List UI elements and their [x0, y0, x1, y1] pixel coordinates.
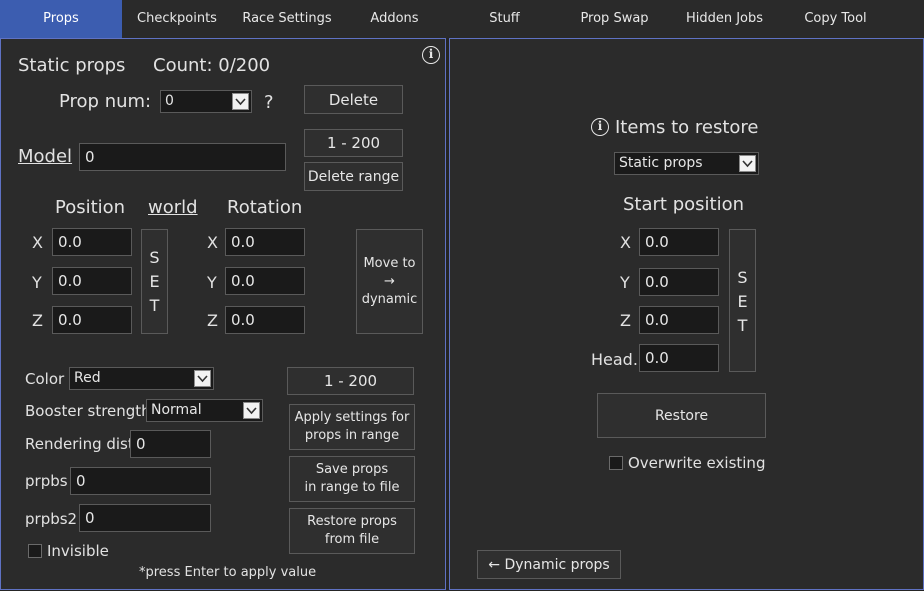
restore-line-1: Restore props: [307, 514, 397, 529]
set-letter-t: T: [149, 296, 160, 315]
color-select[interactable]: Red: [69, 367, 214, 390]
prpbs-input[interactable]: 0: [70, 467, 211, 495]
model-input[interactable]: 0: [79, 143, 286, 171]
set-letter-e: E: [737, 292, 748, 311]
rot-y-input[interactable]: 0.0: [225, 267, 305, 295]
start-x-input[interactable]: 0.0: [639, 228, 719, 256]
arrow-right-icon: →: [384, 273, 395, 289]
start-position-label: Start position: [623, 194, 744, 215]
set-letter-e: E: [149, 272, 160, 291]
apply-line-2: props in range: [304, 428, 400, 443]
chevron-down-icon: [194, 370, 211, 387]
restore-title: Items to restore: [615, 117, 759, 138]
model-label[interactable]: Model: [18, 146, 72, 167]
booster-select[interactable]: Normal: [146, 399, 263, 422]
color-label: Color: [25, 370, 65, 388]
heading-label: Head.: [591, 350, 638, 369]
tab-copy-tool[interactable]: Copy Tool: [782, 0, 889, 38]
position-label: Position: [55, 197, 126, 218]
pos-x-input[interactable]: 0.0: [52, 228, 132, 256]
restore-line-2: from file: [324, 532, 380, 547]
overwrite-checkbox[interactable]: [609, 456, 623, 470]
rot-y-label: Y: [207, 273, 217, 292]
move-label-2: dynamic: [361, 291, 418, 307]
chevron-down-icon: [232, 93, 249, 110]
prop-count: Count: 0/200: [153, 55, 271, 76]
delete-button[interactable]: Delete: [304, 85, 403, 114]
booster-value: Normal: [151, 402, 202, 418]
enter-hint: *press Enter to apply value: [139, 565, 317, 580]
range-input-bottom[interactable]: 1 - 200: [287, 367, 414, 395]
start-y-input[interactable]: 0.0: [639, 268, 719, 296]
set-letter-s: S: [149, 248, 160, 267]
rot-z-label: Z: [207, 311, 218, 330]
pos-z-label: Z: [32, 311, 43, 330]
restore-props-button[interactable]: Restore props from file: [289, 508, 415, 554]
rotation-label: Rotation: [227, 197, 303, 218]
tab-stuff[interactable]: Stuff: [447, 0, 562, 38]
render-dist-input[interactable]: 0: [130, 430, 211, 458]
rot-z-input[interactable]: 0.0: [225, 306, 305, 334]
prpbs2-label: prpbs2: [25, 510, 78, 528]
rot-x-input[interactable]: 0.0: [225, 228, 305, 256]
move-label-1: Move to: [363, 255, 416, 271]
chevron-down-icon: [243, 402, 260, 419]
booster-label: Booster strength: [25, 402, 151, 420]
render-dist-label: Rendering dist: [25, 435, 134, 453]
start-x-label: X: [620, 233, 631, 252]
pos-y-input[interactable]: 0.0: [52, 267, 132, 295]
tab-race-settings[interactable]: Race Settings: [232, 0, 342, 38]
tab-hidden-jobs[interactable]: Hidden Jobs: [667, 0, 782, 38]
prpbs2-input[interactable]: 0: [79, 504, 211, 532]
restore-panel: i Items to restore Static props Start po…: [449, 38, 924, 590]
restore-button[interactable]: Restore: [597, 393, 766, 438]
items-select-value: Static props: [619, 155, 703, 171]
color-value: Red: [74, 370, 101, 386]
apply-line-1: Apply settings for: [294, 410, 410, 425]
world-toggle[interactable]: world: [148, 197, 198, 218]
start-y-label: Y: [620, 273, 630, 292]
tab-addons[interactable]: Addons: [342, 0, 447, 38]
help-mark[interactable]: ?: [264, 92, 274, 113]
save-line-2: in range to file: [304, 480, 400, 495]
tab-props[interactable]: Props: [0, 0, 122, 38]
heading-input[interactable]: 0.0: [639, 344, 719, 372]
apply-settings-button[interactable]: Apply settings for props in range: [289, 404, 415, 450]
prop-num-value: 0: [165, 93, 174, 109]
prop-num-label: Prop num:: [59, 91, 152, 112]
info-icon[interactable]: i: [422, 46, 440, 64]
save-line-1: Save props: [315, 462, 389, 477]
pos-x-label: X: [32, 233, 43, 252]
set-letter-t: T: [737, 316, 748, 335]
pos-z-input[interactable]: 0.0: [52, 306, 132, 334]
static-props-panel: i Static props Count: 0/200 Prop num: 0 …: [0, 38, 446, 590]
set-letter-s: S: [737, 268, 748, 287]
prop-num-select[interactable]: 0: [160, 90, 252, 113]
tab-prop-swap[interactable]: Prop Swap: [562, 0, 667, 38]
set-position-button[interactable]: S E T: [141, 229, 168, 334]
save-props-button[interactable]: Save props in range to file: [289, 456, 415, 502]
prpbs-label: prpbs: [25, 472, 68, 490]
rot-x-label: X: [207, 233, 218, 252]
invisible-checkbox[interactable]: [28, 544, 42, 558]
pos-y-label: Y: [32, 273, 42, 292]
start-z-label: Z: [620, 311, 631, 330]
set-start-position-button[interactable]: S E T: [729, 229, 756, 372]
start-z-input[interactable]: 0.0: [639, 306, 719, 334]
model-link[interactable]: Model: [18, 146, 72, 167]
range-input-top[interactable]: 1 - 200: [304, 129, 403, 157]
items-select[interactable]: Static props: [614, 152, 759, 175]
panel-title: Static props: [18, 55, 126, 76]
info-icon[interactable]: i: [591, 118, 609, 136]
world-link[interactable]: world: [148, 197, 198, 218]
overwrite-label: Overwrite existing: [628, 454, 766, 472]
delete-range-button[interactable]: Delete range: [304, 162, 403, 191]
dynamic-props-button[interactable]: ← Dynamic props: [477, 550, 621, 579]
invisible-label: Invisible: [47, 542, 109, 560]
tab-checkpoints[interactable]: Checkpoints: [122, 0, 232, 38]
tab-bar: Props Checkpoints Race Settings Addons S…: [0, 0, 924, 38]
chevron-down-icon: [739, 155, 756, 172]
move-to-dynamic-button[interactable]: Move to → dynamic: [356, 229, 423, 334]
